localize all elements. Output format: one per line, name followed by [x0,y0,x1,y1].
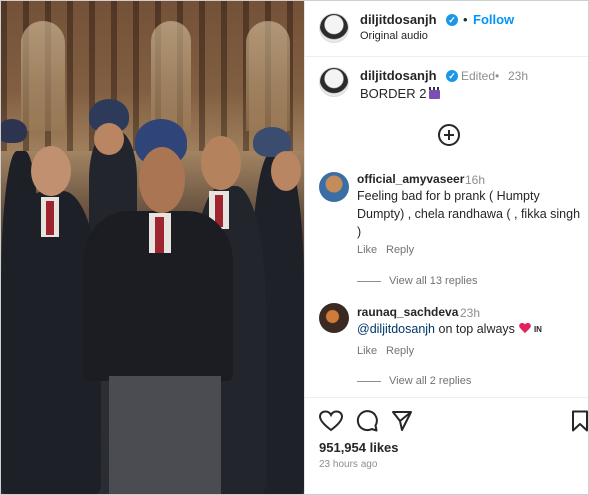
comment-username[interactable]: official_amyvaseer [357,172,464,186]
comment-text: on top always [435,322,515,336]
background-arch [151,21,191,131]
post-sidebar: diljitdosanjh ✓ • Follow Original audio … [304,1,588,494]
comment-reply-button[interactable]: Reply [386,244,414,256]
caption-username[interactable]: diljitdosanjh [360,68,437,83]
verified-badge-icon: ✓ [446,70,458,82]
view-replies-button[interactable]: View all 13 replies [357,275,477,287]
caption-text: BORDER 2 [360,86,427,101]
tie [46,201,54,235]
add-circle-icon[interactable] [438,124,460,146]
view-replies-label: View all 13 replies [389,275,478,287]
person-head [139,147,185,213]
heart-emoji [519,323,531,334]
person-turban [1,119,27,143]
bookmark-icon[interactable] [571,410,588,432]
person-head [201,136,241,190]
author-username[interactable]: diljitdosanjh [360,12,437,27]
divider-line [357,380,381,382]
comment-mention-link[interactable]: @diljitdosanjh [357,322,435,336]
verified-badge-icon: ✓ [446,14,458,26]
comment-like-button[interactable]: Like [357,244,377,256]
post-action-bar: 951,954 likes 23 hours ago [305,397,588,494]
separator-dot: • [495,69,500,83]
comment-text: Feeling bad for b prank ( Humpty Dumpty)… [357,189,581,239]
share-icon[interactable] [391,410,413,432]
caption-edited-label: Edited [461,69,496,83]
separator-dot: • [463,12,468,27]
comment-like-button[interactable]: Like [357,345,377,357]
view-replies-button[interactable]: View all 2 replies [357,375,471,387]
post-header: diljitdosanjh ✓ • Follow Original audio [305,1,588,57]
post-timestamp[interactable]: 23 hours ago [319,459,377,470]
audio-label[interactable]: Original audio [360,30,428,42]
person-head [94,123,124,155]
comment-time[interactable]: 23h [460,306,480,320]
comment-reply-button[interactable]: Reply [386,345,414,357]
person-head [31,146,71,196]
view-replies-label: View all 2 replies [389,375,472,387]
tie [155,217,164,253]
comment-time[interactable]: 16h [465,173,485,187]
author-avatar[interactable] [319,13,349,43]
background-arch [246,21,290,131]
caption-text-row: BORDER 2 [360,85,441,103]
heart-outline-icon[interactable] [318,410,344,432]
comment-text-row: @diljitdosanjh on top always IN [357,320,542,339]
post-video[interactable] [1,1,304,494]
commenter-avatar[interactable] [319,303,349,333]
post-frame: diljitdosanjh ✓ • Follow Original audio … [0,0,589,495]
caption-time[interactable]: 23h [508,69,528,83]
comment-username[interactable]: raunaq_sachdeva [357,305,458,319]
follow-button[interactable]: Follow [473,12,514,27]
commenter-avatar[interactable] [319,172,349,202]
caption-author-avatar[interactable] [319,67,349,97]
clapperboard-icon [429,87,441,99]
comment-icon[interactable] [356,410,378,432]
divider-line [357,280,381,282]
country-flag-label: IN [533,325,542,334]
trousers [109,376,221,494]
background-arch [21,21,65,131]
like-count[interactable]: 951,954 likes [319,440,399,455]
person-head [271,151,301,191]
